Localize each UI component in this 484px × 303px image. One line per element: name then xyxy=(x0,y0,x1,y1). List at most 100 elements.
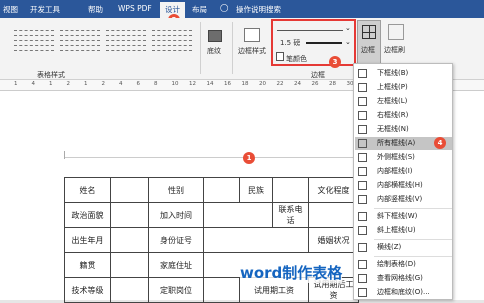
borders-and-shading-icon xyxy=(358,288,367,297)
inside-vertical-border-icon xyxy=(358,195,367,204)
menu-item-label: 斜下框线(W) xyxy=(377,212,418,220)
table-style-2[interactable] xyxy=(60,28,100,56)
step-badge-3: 3 xyxy=(329,56,341,68)
ruler-tick: 24 xyxy=(294,81,301,87)
menu-item-label: 右框线(R) xyxy=(377,111,409,119)
borders-dropdown-menu: 下框线(B) 上框线(P) 左框线(L) 右框线(R) 无框线(N) 所有框线(A) 外侧框… xyxy=(353,63,453,300)
view-gridlines-icon xyxy=(358,274,367,283)
table-cell[interactable]: 姓名 xyxy=(64,177,111,203)
table-cell[interactable]: 政治面貌 xyxy=(64,202,111,228)
table-cell[interactable]: 加入时间 xyxy=(148,202,204,228)
step-badge-1: 1 xyxy=(243,152,255,164)
ruler-tick: 1 xyxy=(84,81,88,87)
menu-item-label: 边框和底纹(O)... xyxy=(377,288,430,296)
menu-item-label: 查看网格线(G) xyxy=(377,274,423,282)
step-badge-4: 4 xyxy=(434,137,446,149)
menu-item-borders-and-shading[interactable]: 边框和底纹(O)... xyxy=(355,286,452,299)
outside-borders-icon xyxy=(358,153,367,162)
tab-help[interactable]: 帮助 xyxy=(88,4,103,15)
border-painter-icon[interactable] xyxy=(388,24,404,40)
menu-item-no-border[interactable]: 无框线(N) xyxy=(355,123,452,136)
all-borders-icon xyxy=(358,139,367,148)
table-cell[interactable] xyxy=(203,177,240,203)
menu-item-diagonal-up-border[interactable]: 斜上框线(U) xyxy=(355,224,452,237)
table-cell[interactable]: 身份证号 xyxy=(148,227,204,253)
ruler-tick: 20 xyxy=(259,81,266,87)
tab-layout[interactable]: 布局 xyxy=(192,4,207,15)
table-cell[interactable] xyxy=(272,177,309,203)
menu-item-view-gridlines[interactable]: 查看网格线(G) xyxy=(355,272,452,285)
menu-item-inside-vertical-border[interactable]: 内部竖框线(V) xyxy=(355,193,452,206)
ruler-tick: 1 xyxy=(49,81,53,87)
menu-item-label: 上框线(P) xyxy=(377,83,408,91)
table-cell[interactable]: 性别 xyxy=(148,177,204,203)
table-cell[interactable] xyxy=(110,252,149,278)
menu-item-left-border[interactable]: 左框线(L) xyxy=(355,95,452,108)
tab-developer[interactable]: 开发工具 xyxy=(30,4,60,15)
menu-item-label: 内部竖框线(V) xyxy=(377,195,423,203)
table-cell[interactable]: 家庭住址 xyxy=(148,252,204,278)
borders-label: 边框 xyxy=(361,46,375,54)
menu-item-horizontal-line[interactable]: 横线(Z) xyxy=(355,241,452,254)
shading-button[interactable]: 底纹 xyxy=(207,46,221,56)
ruler-tick: 1 xyxy=(14,81,18,87)
employee-table[interactable]: 姓名 性别 民族 文化程度 政治面貌 加入时间 联系电话 出生年月 身份证号 婚… xyxy=(64,177,359,303)
table-cell[interactable] xyxy=(110,227,149,253)
menu-item-inside-horizontal-border[interactable]: 内部横框线(H) xyxy=(355,179,452,192)
border-styles-button[interactable]: 边框样式 xyxy=(238,46,266,56)
tab-wps-pdf[interactable]: WPS PDF xyxy=(118,4,152,13)
table-style-3[interactable] xyxy=(106,28,146,56)
table-cell[interactable] xyxy=(203,277,240,303)
ruler-tick: 4 xyxy=(31,81,36,87)
table-cell[interactable]: 出生年月 xyxy=(64,227,111,253)
menu-item-label: 左框线(L) xyxy=(377,97,408,105)
table-cell[interactable]: 文化程度 xyxy=(308,177,359,203)
table-styles-group-label: 表格样式 xyxy=(37,71,65,79)
table-cell[interactable] xyxy=(110,277,149,303)
table-cell[interactable]: 籍贯 xyxy=(64,252,111,278)
table-cell[interactable] xyxy=(110,202,149,228)
menu-item-label: 无框线(N) xyxy=(377,125,409,133)
ruler-tick: 26 xyxy=(311,81,319,87)
table-cell[interactable] xyxy=(203,227,309,253)
menu-item-bottom-border[interactable]: 下框线(B) xyxy=(355,67,452,80)
menu-item-label: 所有框线(A) xyxy=(377,139,416,147)
left-border-icon xyxy=(358,97,367,106)
border-painter-button[interactable]: 边框刷 xyxy=(384,45,405,55)
no-border-icon xyxy=(358,125,367,134)
table-cell[interactable] xyxy=(110,177,149,203)
lightbulb-icon: ◯ xyxy=(220,3,229,12)
table-style-4[interactable] xyxy=(152,28,192,56)
menu-item-label: 斜上框线(U) xyxy=(377,226,416,234)
menu-item-outside-borders[interactable]: 外侧框线(S) xyxy=(355,151,452,164)
table-cell[interactable]: 民族 xyxy=(239,177,273,203)
border-styles-icon[interactable] xyxy=(244,28,260,42)
tab-view[interactable]: 视图 xyxy=(3,4,18,15)
table-cell[interactable]: 定职岗位 xyxy=(148,277,204,303)
menu-item-top-border[interactable]: 上框线(P) xyxy=(355,81,452,94)
table-cell[interactable]: 婚姻状况 xyxy=(308,227,359,253)
menu-item-label: 内部框线(I) xyxy=(377,167,413,175)
inside-horizontal-border-icon xyxy=(358,181,367,190)
menu-item-inside-borders[interactable]: 内部框线(I) xyxy=(355,165,452,178)
menu-item-diagonal-down-border[interactable]: 斜下框线(W) xyxy=(355,210,452,223)
menu-item-draw-table[interactable]: 绘制表格(D) xyxy=(355,258,452,271)
watermark-caption: word制作表格 xyxy=(240,262,343,283)
ruler-tick: 16 xyxy=(224,81,231,87)
tell-me-search[interactable]: 操作说明搜索 xyxy=(236,4,281,15)
table-cell[interactable]: 联系电话 xyxy=(272,202,309,228)
ruler-tick: 14 xyxy=(206,81,214,87)
diagonal-up-border-icon xyxy=(358,226,367,235)
table-cell[interactable] xyxy=(203,202,273,228)
ruler-tick: 8 xyxy=(154,81,158,87)
menu-item-label: 内部横框线(H) xyxy=(377,181,423,189)
table-cell[interactable]: 技术等级 xyxy=(64,277,111,303)
menu-item-label: 横线(Z) xyxy=(377,243,402,251)
ruler-tick: 2 xyxy=(66,81,71,87)
menu-item-right-border[interactable]: 右框线(R) xyxy=(355,109,452,122)
paint-bucket-icon[interactable] xyxy=(208,30,222,42)
menu-item-label: 绘制表格(D) xyxy=(377,260,416,268)
highlight-frame xyxy=(271,19,356,66)
table-style-1[interactable] xyxy=(14,28,54,56)
table-cell[interactable] xyxy=(308,202,359,228)
